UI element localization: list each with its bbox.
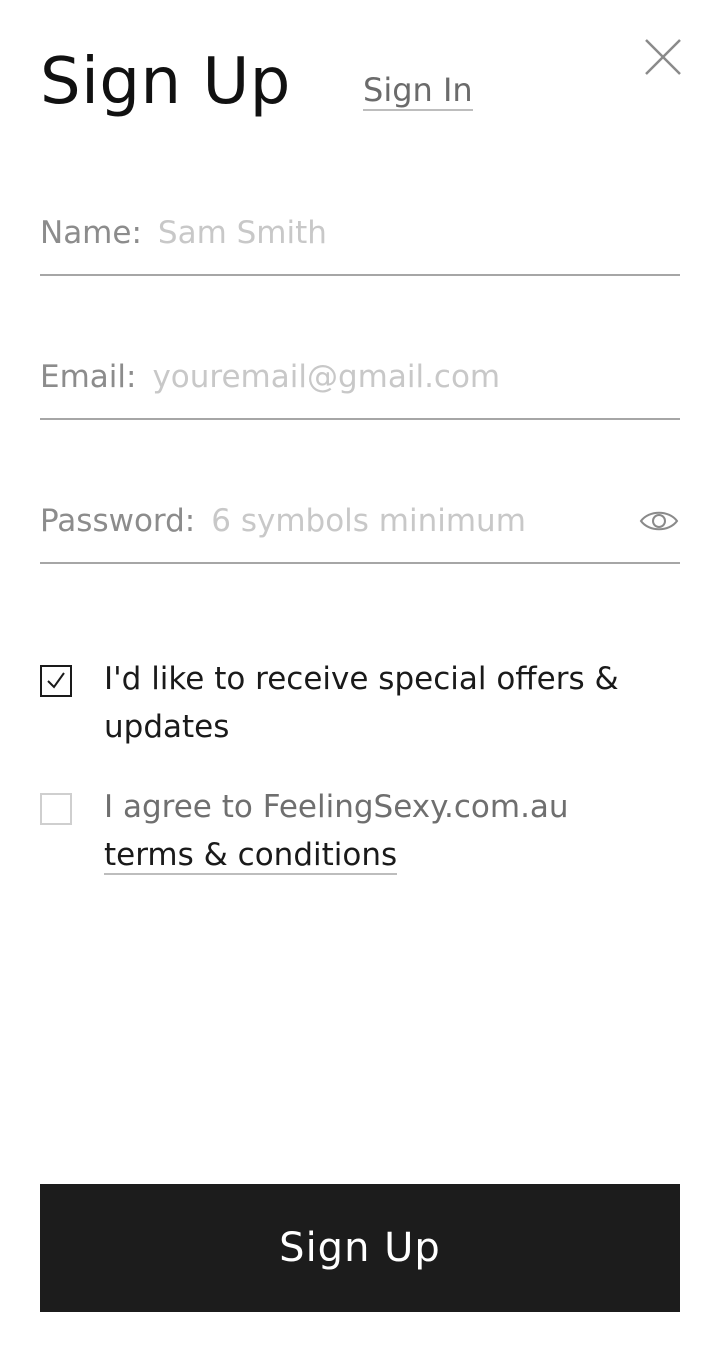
terms-label: I agree to FeelingSexy.com.au terms & co…: [104, 783, 664, 879]
email-input[interactable]: [152, 347, 680, 407]
offers-label: I'd like to receive special offers & upd…: [104, 661, 619, 745]
close-button[interactable]: [640, 36, 684, 80]
password-input[interactable]: [211, 491, 630, 551]
name-label: Name:: [40, 215, 142, 251]
password-visibility-toggle[interactable]: [638, 506, 680, 536]
terms-checkbox[interactable]: [40, 793, 72, 825]
name-field: Name:: [40, 192, 680, 276]
offers-checkbox[interactable]: [40, 665, 72, 697]
signup-button[interactable]: Sign Up: [40, 1184, 680, 1312]
signup-screen: Sign Up Sign In Name: Email: Password:: [0, 0, 720, 1360]
eye-icon: [639, 511, 679, 531]
password-field: Password:: [40, 480, 680, 564]
password-label: Password:: [40, 503, 196, 539]
checkmark-icon: [47, 672, 65, 689]
terms-link[interactable]: terms & conditions: [104, 837, 398, 875]
close-icon: [645, 39, 681, 75]
name-input[interactable]: [157, 203, 680, 263]
email-label: Email:: [40, 359, 137, 395]
email-field: Email:: [40, 336, 680, 420]
signin-link[interactable]: Sign In: [363, 72, 473, 111]
page-title: Sign Up: [40, 45, 291, 119]
terms-label-prefix: I agree to FeelingSexy.com.au: [104, 789, 569, 825]
